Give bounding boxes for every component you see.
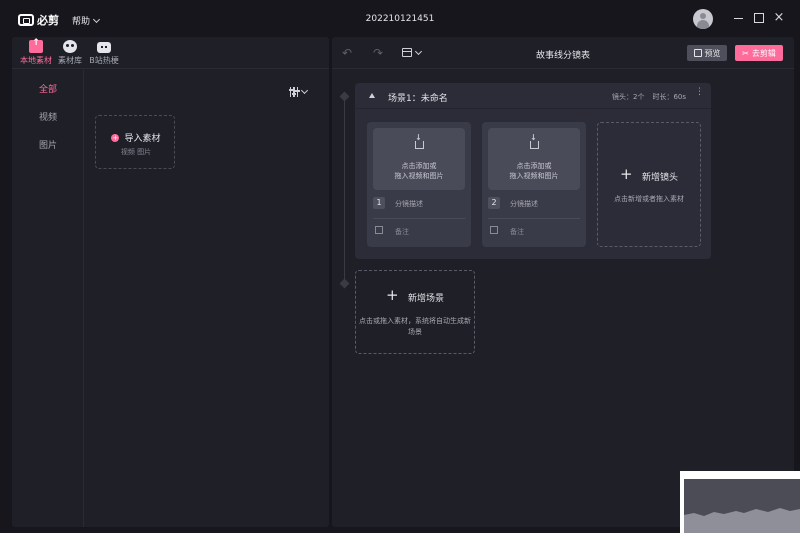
media-panel: 本地素材 素材库 B站热梗 全部 视频 图片 + 导入素材 视频 图片 (12, 37, 329, 527)
scissors-icon: ✂ (742, 48, 749, 58)
scene-meta: 镜头：2个 时长：60s (612, 92, 686, 102)
tab-label: 素材库 (58, 56, 82, 65)
import-media-card[interactable]: + 导入素材 视频 图片 (95, 115, 175, 169)
storyboard-toolbar: ↶ ↷ 故事线分镜表 预览 ✂ 去剪辑 (332, 37, 794, 69)
shot-card: 点击添加或 拖入视频和图片 1 分镜描述 备注 (367, 122, 471, 247)
upload-folder-icon (29, 38, 43, 53)
category-all[interactable]: 全部 (12, 82, 84, 95)
category-list: 全部 视频 图片 (12, 70, 84, 527)
scene-card: 场景1：未命名 镜头：2个 时长：60s ⋮ 点击添加或 拖入视频和图片 1 分… (355, 83, 711, 259)
note-icon (375, 226, 383, 234)
tab-label: 本地素材 (20, 56, 52, 65)
preview-icon (693, 49, 702, 57)
document-title: 202210121451 (365, 14, 435, 24)
shot-note[interactable]: 备注 (510, 227, 524, 237)
thumbnail-image (684, 479, 800, 533)
go-edit-button[interactable]: ✂ 去剪辑 (735, 45, 783, 61)
shot-media-slot[interactable]: 点击添加或 拖入视频和图片 (488, 128, 580, 190)
plus-icon: + (386, 286, 399, 304)
divider (373, 218, 465, 219)
import-title: + 导入素材 (96, 131, 176, 144)
collapse-caret-icon[interactable] (369, 93, 375, 98)
category-video[interactable]: 视频 (12, 110, 84, 123)
close-button[interactable]: × (773, 11, 785, 24)
preview-button[interactable]: 预览 (687, 45, 727, 61)
add-scene-hint: 场景 (408, 328, 422, 336)
shot-media-slot[interactable]: 点击添加或 拖入视频和图片 (373, 128, 465, 190)
shot-hint: 点击添加或 (401, 162, 437, 170)
scene-title[interactable]: 场景1：未命名 (388, 91, 448, 104)
timeline-node (339, 278, 350, 289)
bilibili-tv-icon (97, 42, 111, 53)
thumbnail-graphic (684, 479, 800, 533)
add-scene-title: 新增场景 (408, 294, 445, 304)
import-tray-icon (415, 133, 424, 149)
minimize-button[interactable] (733, 12, 745, 24)
timeline-node (339, 91, 350, 102)
shot-description[interactable]: 分镜描述 (395, 199, 423, 209)
note-icon (490, 226, 498, 234)
sliders-icon (287, 87, 301, 97)
shot-number: 2 (488, 197, 500, 209)
preview-label: 预览 (704, 48, 721, 58)
tab-bilibili-memes[interactable]: B站热梗 (84, 40, 124, 66)
import-label: 导入素材 (124, 134, 161, 144)
shot-note[interactable]: 备注 (395, 227, 409, 237)
more-options-icon[interactable]: ⋮ (695, 88, 704, 97)
floating-thumbnail (680, 471, 800, 533)
shot-number: 1 (373, 197, 385, 209)
scene-header: 场景1：未命名 镜头：2个 时长：60s ⋮ (355, 83, 711, 109)
add-shot-hint: 点击新增或者拖入素材 (614, 195, 684, 203)
add-shot-button[interactable]: + 新增镜头 点击新增或者拖入素材 (597, 122, 701, 247)
title-bar: 必剪 帮助 202210121451 × (0, 0, 800, 37)
scene-duration: 时长：60s (652, 93, 687, 101)
mascot-icon (63, 40, 77, 53)
plus-badge-icon: + (111, 133, 120, 142)
shot-hint: 拖入视频和图片 (394, 172, 444, 180)
plus-icon: + (620, 165, 633, 183)
import-subtitle: 视频 图片 (120, 148, 152, 156)
chevron-down-icon (301, 86, 309, 95)
add-scene-hint: 点击或拖入素材，系统将自动生成新 (359, 317, 471, 325)
shot-description[interactable]: 分镜描述 (510, 199, 538, 209)
shot-hint: 拖入视频和图片 (509, 172, 559, 180)
shot-hint: 点击添加或 (516, 162, 552, 170)
shot-card: 点击添加或 拖入视频和图片 2 分镜描述 备注 (482, 122, 586, 247)
shot-count: 镜头：2个 (612, 93, 645, 101)
timeline-line (344, 97, 345, 287)
add-shot-title: 新增镜头 (642, 173, 679, 183)
source-tabs: 本地素材 素材库 B站热梗 (12, 37, 329, 69)
user-avatar[interactable] (693, 9, 713, 29)
edit-label: 去剪辑 (751, 48, 776, 58)
storyboard-panel: ↶ ↷ 故事线分镜表 预览 ✂ 去剪辑 场景1：未命名 镜头：2个 时长：60s… (332, 37, 794, 527)
filter-button[interactable] (287, 86, 309, 97)
divider (488, 218, 580, 219)
maximize-button[interactable] (753, 12, 765, 24)
category-image[interactable]: 图片 (12, 138, 84, 151)
import-tray-icon (530, 133, 539, 149)
add-scene-button[interactable]: + 新增场景 点击或拖入素材，系统将自动生成新 场景 (355, 270, 475, 354)
tab-label: B站热梗 (89, 56, 119, 65)
